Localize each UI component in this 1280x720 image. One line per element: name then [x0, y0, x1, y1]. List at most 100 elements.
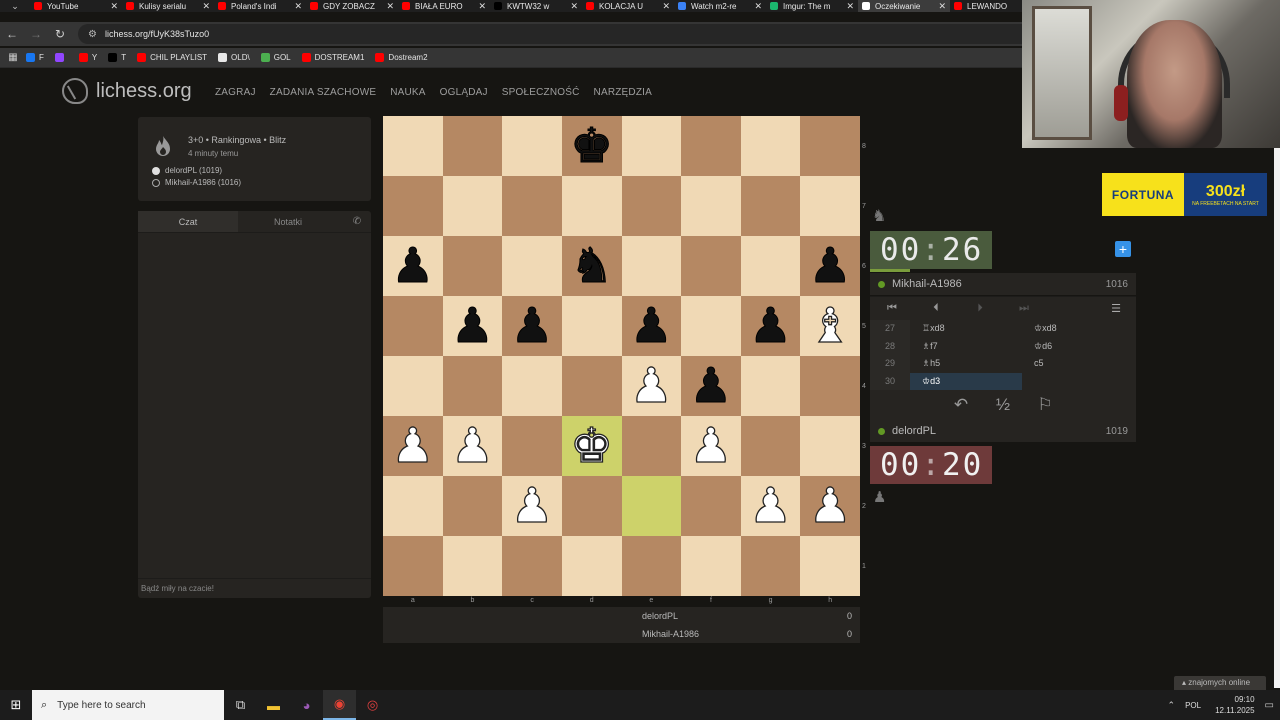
chess-piece-a6[interactable]: ♟ — [391, 242, 435, 291]
square-f2[interactable] — [681, 476, 741, 536]
square-b3[interactable]: ♟ — [442, 416, 503, 476]
chess-piece-c5[interactable]: ♟ — [510, 302, 554, 351]
square-g7[interactable] — [740, 176, 801, 236]
square-a3[interactable]: ♟ — [383, 416, 443, 476]
square-d2[interactable] — [561, 476, 622, 536]
square-g1[interactable] — [740, 536, 801, 596]
square-h4[interactable] — [800, 356, 860, 416]
tab-close-icon[interactable]: ✕ — [754, 1, 762, 12]
move-black[interactable]: ♔d6 — [1022, 338, 1134, 356]
chess-piece-e5[interactable]: ♟ — [629, 302, 673, 351]
file-explorer-icon[interactable]: ▬ — [257, 698, 290, 713]
move-white[interactable]: ♖xd8 — [910, 320, 1022, 338]
chess-piece-d3[interactable]: ♚ — [570, 421, 614, 470]
square-e6[interactable] — [621, 236, 682, 296]
browser-tab[interactable]: Poland's Indi ✕ — [214, 0, 306, 12]
square-g2[interactable]: ♟ — [740, 476, 801, 536]
resign-flag-icon[interactable]: ⚐ — [1024, 395, 1066, 415]
square-a2[interactable] — [383, 476, 443, 536]
square-g3[interactable] — [740, 416, 801, 476]
browser-tab[interactable]: Watch m2-re ✕ — [674, 0, 766, 12]
chess-piece-g5[interactable]: ♟ — [749, 302, 793, 351]
move-white[interactable]: ♗h5 — [910, 355, 1022, 373]
site-nav-item[interactable]: NAUKA — [390, 87, 425, 98]
square-c2[interactable]: ♟ — [502, 476, 562, 536]
square-h6[interactable]: ♟ — [800, 236, 860, 296]
tab-close-icon[interactable]: ✕ — [938, 1, 946, 12]
language-indicator[interactable]: POL — [1185, 701, 1201, 710]
square-d7[interactable] — [561, 176, 622, 236]
move-black[interactable] — [1022, 373, 1134, 391]
takeback-icon[interactable]: ↶ — [940, 395, 982, 415]
square-b2[interactable] — [442, 476, 503, 536]
square-e4[interactable]: ♟ — [621, 356, 682, 416]
site-nav-item[interactable]: ZAGRAJ — [215, 87, 256, 98]
bookmark-item[interactable]: Dostream2 — [375, 53, 428, 62]
chess-piece-f4[interactable]: ♟ — [689, 362, 733, 411]
meta-white-player[interactable]: delordPL (1019) — [152, 166, 222, 175]
tab-close-icon[interactable]: ✕ — [110, 1, 118, 12]
move-black[interactable]: c5 — [1022, 355, 1134, 373]
square-b5[interactable]: ♟ — [442, 296, 503, 356]
discord-icon[interactable]: ◕ — [290, 698, 323, 713]
square-h7[interactable] — [800, 176, 860, 236]
friends-online-button[interactable]: ▴ znajomych online — [1174, 676, 1266, 690]
square-a4[interactable] — [383, 356, 443, 416]
obs-icon[interactable]: ◎ — [356, 697, 389, 713]
square-e2[interactable] — [621, 476, 682, 536]
notification-icon[interactable]: ▭ — [1265, 700, 1274, 711]
square-b6[interactable] — [442, 236, 503, 296]
square-f3[interactable]: ♟ — [681, 416, 741, 476]
site-nav-item[interactable]: SPOŁECZNOŚĆ — [502, 87, 580, 98]
move-white[interactable]: ♗f7 — [910, 338, 1022, 356]
square-g8[interactable] — [740, 116, 801, 176]
square-d5[interactable] — [561, 296, 622, 356]
chess-piece-b3[interactable]: ♟ — [450, 421, 494, 470]
chess-piece-b5[interactable]: ♟ — [450, 302, 494, 351]
square-h5[interactable]: ♝ — [800, 296, 860, 356]
square-g6[interactable] — [740, 236, 801, 296]
chess-piece-a3[interactable]: ♟ — [391, 421, 435, 470]
back-icon[interactable]: ← — [0, 27, 24, 41]
opponent-player-bar[interactable]: Mikhail-A1986 1016 — [870, 273, 1136, 295]
square-b4[interactable] — [442, 356, 503, 416]
site-nav-item[interactable]: NARZĘDZIA — [594, 87, 652, 98]
meta-black-player[interactable]: Mikhail-A1986 (1016) — [152, 178, 241, 187]
bookmark-item[interactable]: OLD\ — [218, 53, 250, 62]
square-c7[interactable] — [502, 176, 562, 236]
chat-input[interactable]: Bądź miły na czacie! — [138, 578, 371, 598]
browser-tab[interactable]: GDY ZOBACZ ✕ — [306, 0, 398, 12]
clock-date[interactable]: 09:10 12.11.2025 — [1215, 694, 1254, 716]
bookmark-item[interactable]: GOL — [260, 53, 291, 62]
tray-expand-icon[interactable]: ⌃ — [1168, 700, 1176, 711]
square-a7[interactable] — [383, 176, 443, 236]
square-d1[interactable] — [561, 536, 622, 596]
tab-close-icon[interactable]: ✕ — [570, 1, 578, 12]
browser-tab[interactable]: Imgur: The m ✕ — [766, 0, 858, 12]
url-field[interactable]: ⚙ lichess.org/fUyK38sTuzo0 — [78, 24, 1078, 44]
square-b8[interactable] — [442, 116, 503, 176]
voice-chat-icon[interactable]: ✆ — [343, 211, 371, 232]
chess-piece-g2[interactable]: ♟ — [748, 481, 792, 530]
site-settings-icon[interactable]: ⚙ — [88, 29, 97, 40]
tab-close-icon[interactable]: ✕ — [294, 1, 302, 12]
next-move-icon[interactable]: ⏵ — [958, 302, 1002, 315]
square-c6[interactable] — [502, 236, 562, 296]
square-d3[interactable]: ♚ — [561, 416, 622, 476]
windows-start-icon[interactable]: ⊞ — [0, 697, 32, 713]
square-e8[interactable] — [621, 116, 682, 176]
square-e7[interactable] — [621, 176, 682, 236]
square-g4[interactable] — [740, 356, 801, 416]
square-e1[interactable] — [621, 536, 682, 596]
apps-grid-icon[interactable]: ▦ — [0, 52, 26, 63]
scrollbar-edge[interactable] — [1274, 148, 1280, 688]
prev-move-icon[interactable]: ⏴ — [914, 302, 958, 315]
bookmark-item[interactable]: F — [26, 53, 44, 62]
browser-tab[interactable]: KWTW32 w ✕ — [490, 0, 582, 12]
square-d4[interactable] — [561, 356, 622, 416]
site-nav-item[interactable]: OGLĄDAJ — [440, 87, 488, 98]
square-e5[interactable]: ♟ — [621, 296, 682, 356]
square-f1[interactable] — [681, 536, 741, 596]
square-a5[interactable] — [383, 296, 443, 356]
chess-piece-h6[interactable]: ♟ — [808, 242, 852, 291]
